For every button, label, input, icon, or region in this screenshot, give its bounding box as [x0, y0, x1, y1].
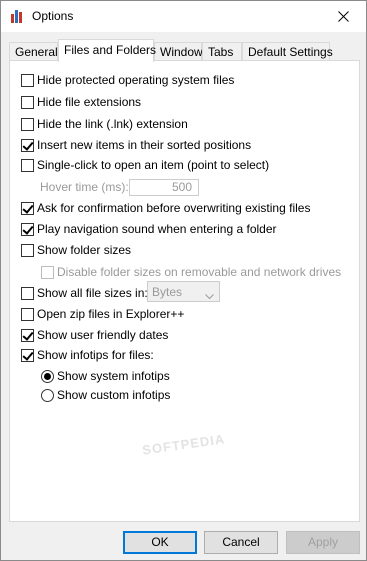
friendly-dates-option[interactable]: Show user friendly dates	[21, 328, 168, 342]
disable-removable-checkbox[interactable]	[41, 265, 54, 279]
size-unit-value: Bytes	[152, 285, 183, 299]
tab-tabs[interactable]: Tabs	[202, 42, 242, 61]
hide-lnk-checkbox[interactable]	[21, 117, 34, 131]
hide-lnk-option[interactable]: Hide the link (.lnk) extension	[21, 117, 188, 131]
hide-extensions-label: Hide file extensions	[37, 95, 142, 109]
tab-files-and-folders[interactable]: Files and Folders	[58, 39, 156, 62]
size-unit-select[interactable]: Bytes	[147, 281, 220, 302]
system-infotips-radio[interactable]	[41, 369, 54, 383]
close-button[interactable]	[320, 1, 366, 32]
open-zip-label: Open zip files in Explorer++	[37, 307, 185, 321]
options-dialog: Options General Files and Folders Window…	[0, 0, 367, 561]
nav-sound-option[interactable]: Play navigation sound when entering a fo…	[21, 222, 277, 236]
insert-sorted-label: Insert new items in their sorted positio…	[37, 138, 252, 152]
friendly-dates-label: Show user friendly dates	[37, 328, 169, 342]
custom-infotips-option[interactable]: Show custom infotips	[41, 388, 170, 402]
single-click-checkbox[interactable]	[21, 158, 34, 172]
infotips-checkbox[interactable]	[21, 348, 34, 362]
hide-extensions-checkbox[interactable]	[21, 95, 34, 109]
show-folder-sizes-checkbox[interactable]	[21, 243, 34, 257]
nav-sound-label: Play navigation sound when entering a fo…	[37, 222, 277, 236]
show-folder-sizes-label: Show folder sizes	[37, 243, 132, 257]
nav-sound-checkbox[interactable]	[21, 222, 34, 236]
custom-infotips-label: Show custom infotips	[57, 388, 171, 402]
tab-default-settings[interactable]: Default Settings	[242, 42, 333, 61]
hover-time-input[interactable]: 500	[129, 179, 199, 196]
title-bar: Options	[1, 1, 366, 32]
disable-removable-option[interactable]: Disable folder sizes on removable and ne…	[41, 265, 341, 279]
disable-removable-label: Disable folder sizes on removable and ne…	[57, 265, 342, 279]
infotips-option[interactable]: Show infotips for files:	[21, 348, 154, 362]
files-and-folders-panel: Hide protected operating system files Hi…	[9, 60, 360, 522]
insert-sorted-option[interactable]: Insert new items in their sorted positio…	[21, 138, 251, 152]
apply-button[interactable]: Apply	[286, 531, 360, 554]
hide-extensions-option[interactable]: Hide file extensions	[21, 95, 141, 109]
show-folder-sizes-option[interactable]: Show folder sizes	[21, 243, 131, 257]
hover-time-label: Hover time (ms):	[40, 180, 129, 194]
system-infotips-option[interactable]: Show system infotips	[41, 369, 170, 383]
show-all-sizes-label: Show all file sizes in:	[37, 286, 148, 300]
confirm-overwrite-label: Ask for confirmation before overwriting …	[37, 201, 311, 215]
watermark: SOFTPEDIA	[141, 431, 227, 458]
hide-protected-option[interactable]: Hide protected operating system files	[21, 73, 234, 87]
ok-button[interactable]: OK	[123, 531, 197, 554]
system-infotips-label: Show system infotips	[57, 369, 170, 383]
cancel-button[interactable]: Cancel	[204, 531, 278, 554]
show-all-sizes-checkbox[interactable]	[21, 286, 34, 300]
open-zip-checkbox[interactable]	[21, 307, 34, 321]
single-click-label: Single-click to open an item (point to s…	[37, 158, 270, 172]
infotips-label: Show infotips for files:	[37, 348, 154, 362]
tab-general[interactable]: General	[9, 42, 58, 61]
app-icon	[9, 8, 25, 24]
close-icon	[337, 11, 349, 22]
insert-sorted-checkbox[interactable]	[21, 138, 34, 152]
chevron-down-icon	[205, 289, 214, 303]
open-zip-option[interactable]: Open zip files in Explorer++	[21, 307, 184, 321]
hide-protected-label: Hide protected operating system files	[37, 73, 235, 87]
window-title: Options	[32, 9, 74, 23]
friendly-dates-checkbox[interactable]	[21, 328, 34, 342]
tab-window[interactable]: Window	[154, 42, 203, 61]
hide-lnk-label: Hide the link (.lnk) extension	[37, 117, 188, 131]
single-click-option[interactable]: Single-click to open an item (point to s…	[21, 158, 269, 172]
hide-protected-checkbox[interactable]	[21, 73, 34, 87]
confirm-overwrite-option[interactable]: Ask for confirmation before overwriting …	[21, 201, 310, 215]
tab-strip: General Files and Folders Window Tabs De…	[1, 39, 366, 62]
custom-infotips-radio[interactable]	[41, 388, 54, 402]
confirm-overwrite-checkbox[interactable]	[21, 201, 34, 215]
show-all-sizes-option[interactable]: Show all file sizes in:	[21, 286, 148, 300]
